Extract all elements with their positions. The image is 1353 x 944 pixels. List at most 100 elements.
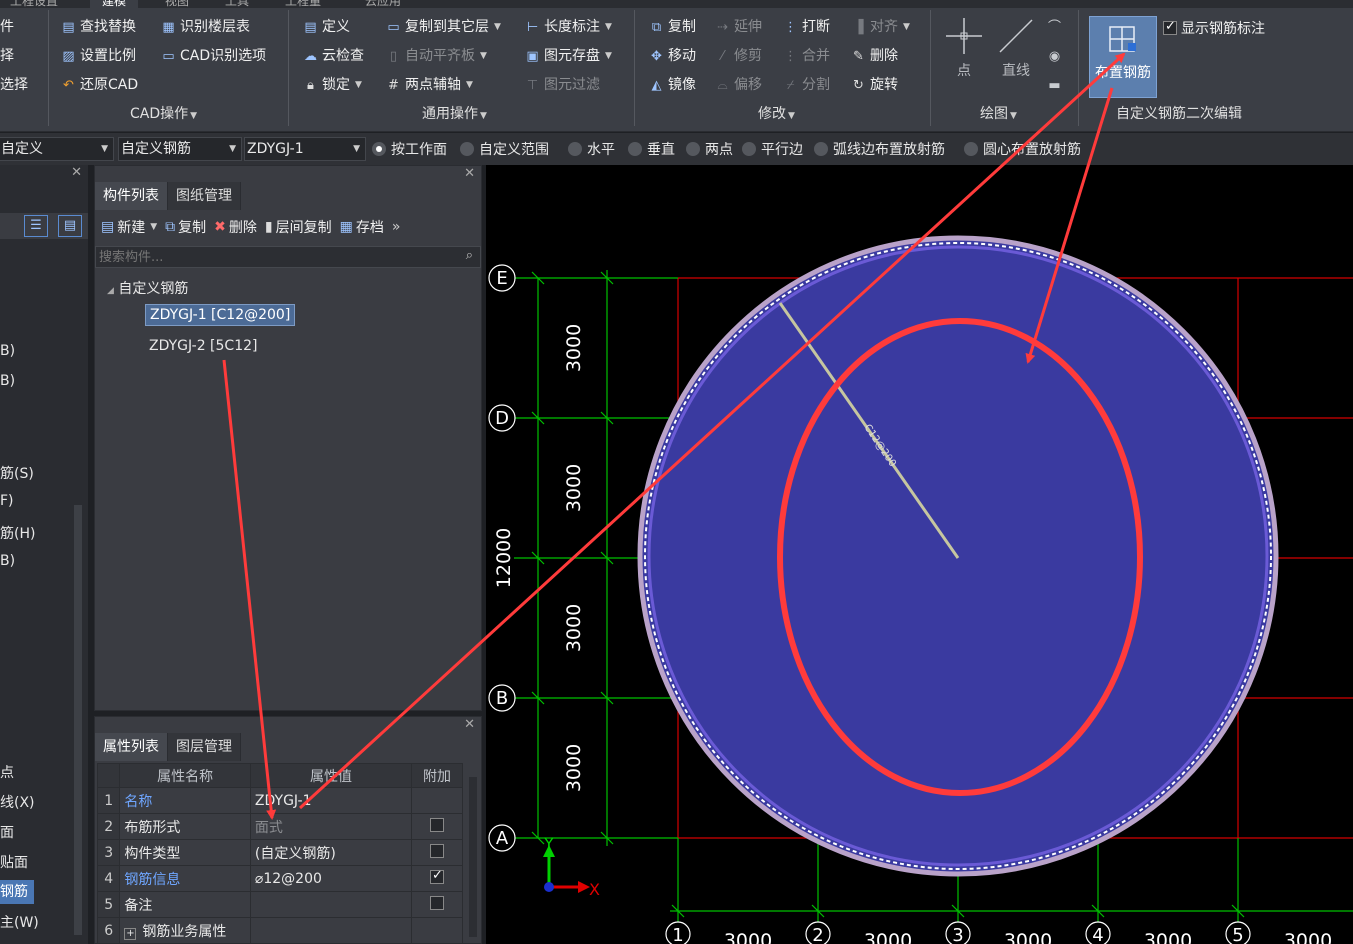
nav-item[interactable]: 贴面 bbox=[0, 852, 28, 872]
property-value[interactable]: ⌀12@200 bbox=[249, 865, 413, 892]
additional-checkbox[interactable] bbox=[430, 817, 444, 832]
nav-item[interactable]: 筋(S) bbox=[0, 463, 34, 483]
nav-scrollbar[interactable] bbox=[74, 505, 82, 935]
tab-project-settings[interactable]: 工程设置 bbox=[10, 0, 58, 8]
component-search-input[interactable] bbox=[95, 246, 481, 268]
cloud-check-button[interactable]: ☁ 云检查 bbox=[302, 45, 364, 67]
table-row[interactable]: 4 钢筋信息 ⌀12@200 bbox=[96, 865, 463, 892]
property-value[interactable]: ZDYGJ-1 bbox=[249, 787, 413, 814]
draw-arc-button[interactable]: ⌒ bbox=[1046, 16, 1063, 38]
nav-item[interactable]: B) bbox=[0, 343, 15, 359]
new-component-button[interactable]: ▤ 新建 ▼ bbox=[101, 217, 157, 237]
nav-item[interactable]: 主(W) bbox=[0, 912, 39, 932]
nav-item[interactable]: 点 bbox=[0, 762, 14, 782]
tab-cloud[interactable]: 云应用 bbox=[365, 0, 401, 8]
grid-view-icon[interactable]: ▤ bbox=[58, 215, 82, 237]
tree-item-zdygj-1[interactable]: ZDYGJ-1 [C12@200] bbox=[145, 304, 296, 326]
nav-item[interactable]: 面 bbox=[0, 822, 14, 842]
element-filter-button[interactable]: ⊤ 图元过滤 bbox=[524, 74, 600, 96]
table-row[interactable]: 2 布筋形式 面式 bbox=[96, 813, 463, 840]
additional-checkbox[interactable] bbox=[430, 843, 444, 858]
expand-plus-icon[interactable]: + bbox=[124, 927, 137, 940]
identify-floor-table-button[interactable]: ▦ 识别楼层表 bbox=[160, 16, 250, 38]
cad-options-button[interactable]: ▭ CAD识别选项 bbox=[160, 45, 266, 67]
merge-button[interactable]: ⋮ 合并 bbox=[782, 45, 830, 67]
radio-arc-edge-radial[interactable]: 弧线边布置放射筋 bbox=[814, 140, 945, 158]
radio-two-points[interactable]: 两点 bbox=[686, 140, 733, 158]
copy-component-button[interactable]: ⧉ 复制 bbox=[165, 217, 206, 237]
archive-button[interactable]: ▦ 存档 bbox=[340, 217, 384, 237]
length-dimension-button[interactable]: ⊢ 长度标注 ▼ bbox=[524, 16, 612, 38]
search-icon[interactable]: ⌕ bbox=[466, 248, 473, 263]
show-rebar-label-checkbox[interactable]: 显示钢筋标注 bbox=[1163, 18, 1265, 38]
checkbox-box[interactable] bbox=[1163, 19, 1177, 35]
radio-parallel-edge[interactable]: 平行边 bbox=[742, 140, 803, 158]
save-element-button[interactable]: ▣ 图元存盘 ▼ bbox=[524, 45, 612, 67]
restore-cad-button[interactable]: ↶ 还原CAD bbox=[60, 74, 138, 96]
common-ops-group-label[interactable]: 通用操作 ▼ bbox=[422, 104, 487, 124]
nav-item[interactable]: F) bbox=[0, 493, 14, 509]
ribbon-cut-item-2[interactable]: 择 bbox=[0, 45, 14, 67]
cad-ops-group-label[interactable]: CAD操作 ▼ bbox=[130, 104, 197, 124]
find-replace-button[interactable]: ▤ 查找替换 bbox=[60, 16, 136, 38]
ribbon-cut-item-1[interactable]: 件 bbox=[0, 16, 14, 38]
radio-vertical[interactable]: 垂直 bbox=[628, 140, 675, 158]
nav-item-custom-rebar[interactable]: 钢筋 bbox=[0, 880, 34, 904]
auto-align-slab-button[interactable]: ▯ 自动平齐板 ▼ bbox=[385, 45, 487, 67]
more-chevron-icon[interactable]: » bbox=[392, 219, 401, 235]
offset-button[interactable]: ⌓ 偏移 bbox=[714, 74, 762, 96]
modify-group-label[interactable]: 修改 ▼ bbox=[758, 104, 795, 124]
split-button[interactable]: ⌿ 分割 bbox=[782, 74, 830, 96]
table-row[interactable]: 5 备注 bbox=[96, 891, 463, 918]
radio-center-radial[interactable]: 圆心布置放射筋 bbox=[964, 140, 1081, 158]
draw-rect-button[interactable]: ▬ bbox=[1046, 74, 1063, 96]
property-name-expandable[interactable]: + 钢筋业务属性 bbox=[119, 917, 251, 944]
list-view-icon[interactable]: ☰ bbox=[24, 215, 48, 237]
additional-checkbox[interactable] bbox=[430, 895, 444, 910]
two-point-aux-axis-button[interactable]: # 两点辅轴 ▼ bbox=[385, 74, 473, 96]
table-row[interactable]: 3 构件类型 (自定义钢筋) bbox=[96, 839, 463, 866]
property-value[interactable] bbox=[249, 917, 413, 944]
trim-button[interactable]: ⁄ 修剪 bbox=[714, 45, 762, 67]
property-value[interactable]: 面式 bbox=[249, 813, 413, 840]
tab-layer-management[interactable]: 图层管理 bbox=[168, 733, 241, 761]
tree-root-custom-rebar[interactable]: ◢ 自定义钢筋 bbox=[107, 278, 188, 298]
radio-by-work-face[interactable]: 按工作面 bbox=[372, 140, 447, 158]
element-name-select[interactable]: ZDYGJ-1 ▼ bbox=[244, 137, 366, 161]
tab-property-list[interactable]: 属性列表 bbox=[95, 733, 168, 761]
expand-triangle-icon[interactable]: ◢ bbox=[107, 286, 114, 296]
close-icon[interactable]: ✕ bbox=[464, 717, 475, 732]
table-row[interactable]: 6 + 钢筋业务属性 bbox=[96, 917, 463, 944]
property-scrollbar[interactable] bbox=[469, 777, 477, 937]
tree-item-zdygj-2[interactable]: ZDYGJ-2 [5C12] bbox=[149, 338, 257, 354]
set-scale-button[interactable]: ▨ 设置比例 bbox=[60, 45, 136, 67]
move-button[interactable]: ✥ 移动 bbox=[648, 45, 696, 67]
place-rebar-button[interactable]: 布置钢筋 bbox=[1089, 16, 1157, 98]
rotate-button[interactable]: ↻ 旋转 bbox=[850, 74, 898, 96]
close-icon[interactable]: ✕ bbox=[71, 165, 82, 180]
copy-to-other-floor-button[interactable]: ▭ 复制到其它层 ▼ bbox=[385, 16, 501, 38]
draw-line-button[interactable]: 直线 bbox=[994, 16, 1038, 80]
radio-custom-range[interactable]: 自定义范围 bbox=[460, 140, 549, 158]
table-row[interactable]: 1 名称 ZDYGJ-1 bbox=[96, 787, 463, 814]
draw-group-label[interactable]: 绘图 ▼ bbox=[980, 104, 1017, 124]
delete-button[interactable]: ✎ 删除 bbox=[850, 45, 898, 67]
property-value[interactable] bbox=[249, 891, 413, 918]
nav-item[interactable]: B) bbox=[0, 553, 15, 569]
property-value[interactable]: (自定义钢筋) bbox=[249, 839, 413, 866]
tab-drawing-management[interactable]: 图纸管理 bbox=[168, 182, 241, 210]
tab-quantity[interactable]: 工程量 bbox=[285, 0, 321, 8]
ribbon-cut-item-3[interactable]: 选择 bbox=[0, 74, 28, 96]
element-category-select[interactable]: 自定义 ▼ bbox=[0, 137, 114, 161]
break-button[interactable]: ⋮ 打断 bbox=[782, 16, 830, 38]
close-icon[interactable]: ✕ bbox=[464, 166, 475, 181]
lock-button[interactable]: 🔒︎ 锁定 ▼ bbox=[302, 74, 362, 96]
radio-horizontal[interactable]: 水平 bbox=[568, 140, 615, 158]
drawing-canvas[interactable]: C12@200 E D B A 1 2 3 4 5 3000 3000 3000… bbox=[486, 165, 1353, 944]
align-button[interactable]: ▐ 对齐 ▼ bbox=[850, 16, 910, 38]
nav-item[interactable]: 筋(H) bbox=[0, 523, 35, 543]
delete-component-button[interactable]: ✖ 删除 bbox=[214, 217, 257, 237]
tab-modeling[interactable]: 建模 bbox=[90, 0, 139, 8]
extend-button[interactable]: ⇢ 延伸 bbox=[714, 16, 762, 38]
tab-component-list[interactable]: 构件列表 bbox=[95, 182, 168, 210]
